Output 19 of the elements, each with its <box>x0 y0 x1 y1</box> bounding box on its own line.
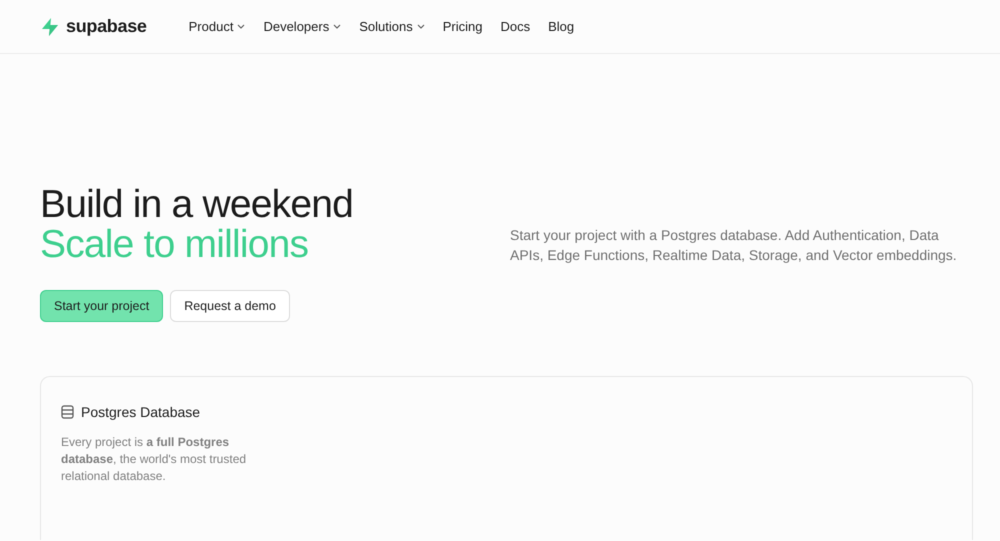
hero-description: Start your project with a Postgres database. Add Authentication, Data APIs, Edge Functions, Realtime Data, Storage, and Vector embeddings. <box>510 226 958 265</box>
chevron-down-icon <box>333 24 342 29</box>
nav-link[interactable]: Product <box>180 13 254 40</box>
nav-link[interactable]: Solutions <box>351 13 433 40</box>
start-project-button[interactable]: Start your project <box>40 290 164 322</box>
request-demo-button[interactable]: Request a demo <box>170 290 290 322</box>
card-title: Postgres Database <box>81 404 200 420</box>
brand-name: supabase <box>66 16 147 37</box>
nav-link[interactable]: Pricing <box>434 13 490 40</box>
logo-icon[interactable] <box>40 16 60 36</box>
hero-title: Build in a weekend <box>40 185 353 225</box>
chevron-down-icon <box>237 24 246 29</box>
card-text: Every project is a full Postgres database, the world's most trusted relational database. <box>61 434 248 485</box>
chevron-down-icon <box>416 24 425 29</box>
nav-link[interactable]: Developers <box>255 13 350 40</box>
nav-link[interactable]: Blog <box>540 13 582 40</box>
nav-link[interactable]: Docs <box>492 13 538 40</box>
database-icon <box>61 405 74 419</box>
hero-subtitle: Scale to millions <box>40 225 310 265</box>
